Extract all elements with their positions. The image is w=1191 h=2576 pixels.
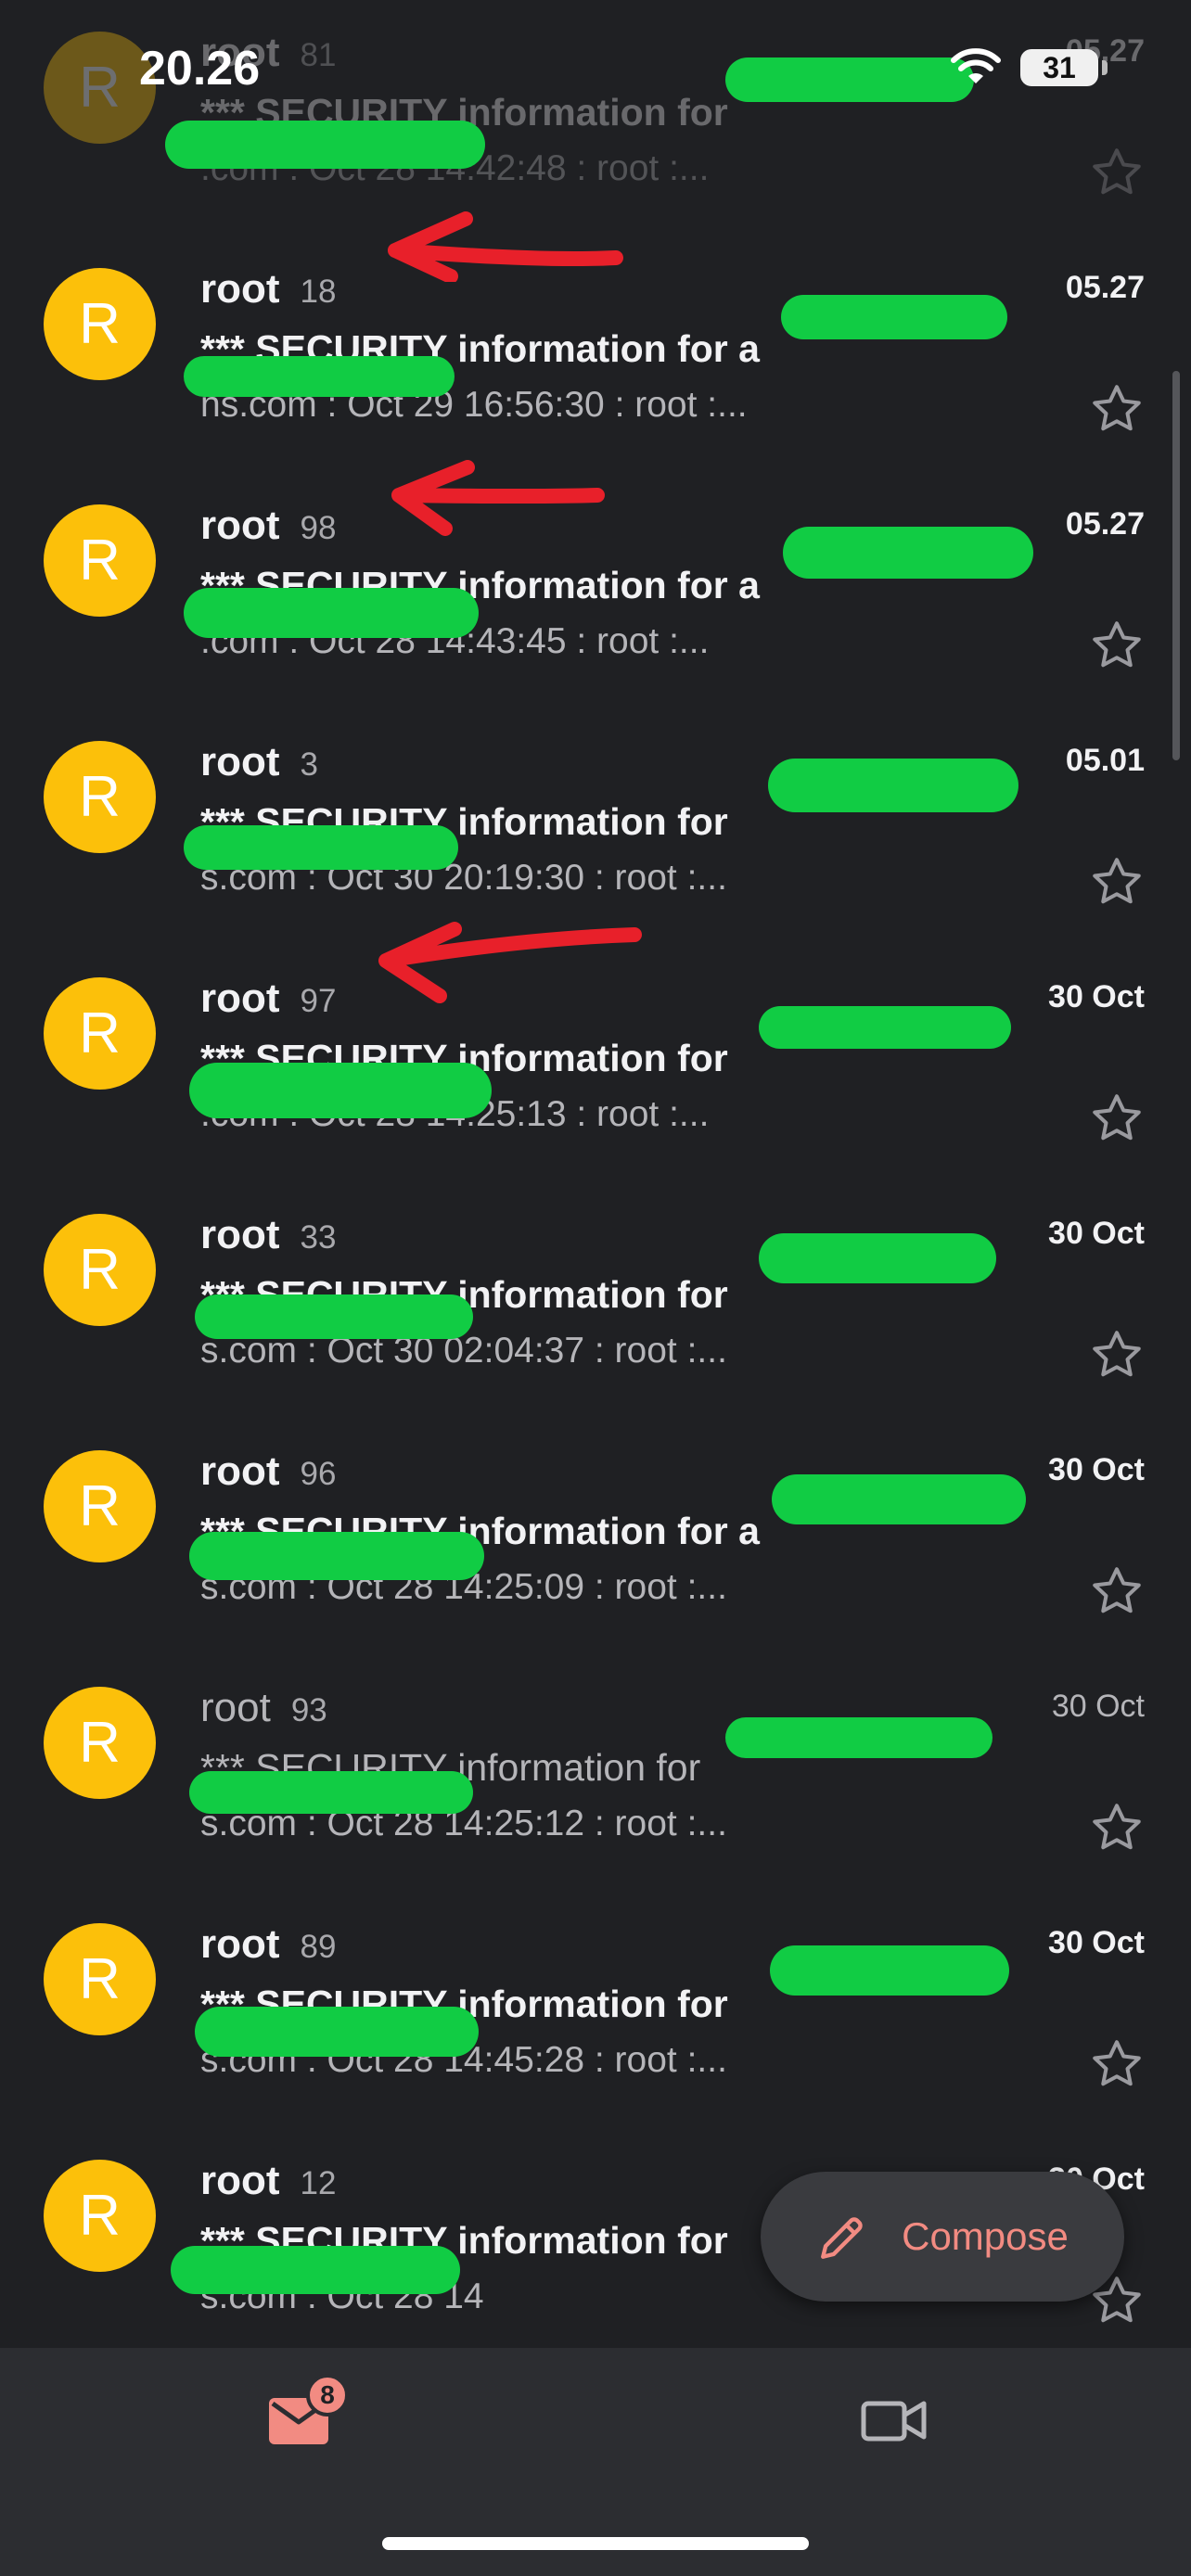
video-icon[interactable]	[861, 2396, 928, 2444]
annotation-arrow	[378, 922, 642, 1003]
redaction-mark	[195, 2007, 479, 2057]
redaction-mark	[783, 527, 1033, 579]
redaction-mark	[772, 1474, 1026, 1524]
message-date: 05.27	[1065, 33, 1145, 69]
scrollbar[interactable]	[1172, 371, 1180, 760]
star-icon[interactable]	[1089, 1563, 1145, 1619]
sender-name: root	[200, 503, 280, 548]
mail-badge: 8	[306, 2374, 349, 2417]
avatar: R	[44, 504, 156, 617]
redaction-mark	[189, 1771, 473, 1814]
thread-count: 96	[300, 1456, 337, 1492]
sender-name: root	[200, 1685, 271, 1730]
avatar: R	[44, 1923, 156, 2035]
thread-count: 97	[300, 983, 337, 1019]
thread-count: 33	[300, 1219, 337, 1256]
mail-row[interactable]: R root 93 30 Oct *** SECURITY informatio…	[0, 1637, 1191, 1873]
sender-line: root 12	[200, 2158, 336, 2204]
star-icon[interactable]	[1089, 1800, 1145, 1855]
avatar: R	[44, 1214, 156, 1326]
mail-list: R root 81 05.27 *** SECURITY information…	[0, 0, 1191, 2346]
redaction-mark	[759, 1006, 1011, 1049]
redaction-mark	[171, 2246, 460, 2294]
avatar: R	[44, 32, 156, 144]
redaction-mark	[195, 1294, 473, 1339]
mail-row[interactable]: R root 89 30 Oct *** SECURITY informatio…	[0, 1873, 1191, 2110]
redaction-mark	[189, 1532, 484, 1580]
star-icon[interactable]	[1089, 1327, 1145, 1383]
message-date: 30 Oct	[1048, 1452, 1145, 1487]
thread-count: 98	[300, 510, 337, 546]
redaction-mark	[781, 295, 1007, 339]
sender-name: root	[200, 1212, 280, 1257]
sender-line: root 18	[200, 266, 336, 312]
sender-name: root	[200, 30, 280, 75]
star-icon[interactable]	[1089, 854, 1145, 910]
redaction-mark	[725, 1717, 992, 1758]
avatar: R	[44, 741, 156, 853]
compose-button[interactable]: Compose	[761, 2172, 1124, 2302]
avatar: R	[44, 977, 156, 1090]
avatar: R	[44, 1687, 156, 1799]
thread-count: 3	[300, 746, 318, 783]
mail-row[interactable]: R root 33 30 Oct *** SECURITY informatio…	[0, 1164, 1191, 1400]
thread-count: 81	[300, 37, 337, 73]
message-date: 30 Oct	[1051, 1689, 1145, 1724]
sender-name: root	[200, 266, 280, 312]
sender-name: root	[200, 1448, 280, 1494]
thread-count: 12	[300, 2165, 337, 2201]
message-date: 05.01	[1065, 743, 1145, 778]
message-date: 30 Oct	[1048, 1216, 1145, 1251]
star-icon[interactable]	[1089, 145, 1145, 200]
redaction-mark	[725, 57, 974, 102]
sender-line: root 96	[200, 1448, 336, 1495]
avatar: R	[44, 1450, 156, 1562]
sender-name: root	[200, 2158, 280, 2203]
avatar: R	[44, 268, 156, 380]
star-icon[interactable]	[1089, 618, 1145, 673]
mail-row[interactable]: R root 81 05.27 *** SECURITY information…	[0, 0, 1191, 218]
star-icon[interactable]	[1089, 381, 1145, 437]
mail-row[interactable]: R root 3 05.01 *** SECURITY information …	[0, 691, 1191, 927]
redaction-mark	[768, 759, 1018, 812]
star-icon[interactable]	[1089, 1090, 1145, 1146]
sender-name: root	[200, 976, 280, 1021]
thread-count: 18	[300, 274, 337, 310]
sender-line: root 93	[200, 1685, 327, 1731]
redaction-mark	[189, 1063, 492, 1118]
sender-line: root 33	[200, 1212, 336, 1258]
redaction-mark	[165, 121, 485, 169]
annotation-arrow	[391, 460, 605, 536]
sender-name: root	[200, 739, 280, 784]
sender-line: root 89	[200, 1921, 336, 1968]
pencil-icon	[821, 2217, 863, 2259]
message-date: 05.27	[1065, 270, 1145, 305]
message-date: 30 Oct	[1048, 1925, 1145, 1960]
redaction-mark	[770, 1945, 1009, 1996]
compose-label: Compose	[902, 2214, 1069, 2258]
thread-count: 93	[290, 1692, 327, 1728]
message-date: 05.27	[1065, 506, 1145, 542]
sender-line: root 3	[200, 739, 318, 785]
sender-line: root 98	[200, 503, 336, 549]
redaction-mark	[184, 588, 479, 638]
redaction-mark	[184, 825, 458, 870]
annotation-arrow	[388, 211, 623, 282]
avatar: R	[44, 2160, 156, 2272]
star-icon[interactable]	[1089, 2036, 1145, 2092]
sender-name: root	[200, 1921, 280, 1967]
sender-line: root 81	[200, 30, 336, 76]
sender-line: root 97	[200, 976, 336, 1022]
message-date: 30 Oct	[1048, 979, 1145, 1014]
redaction-mark	[759, 1233, 996, 1283]
thread-count: 89	[300, 1929, 337, 1965]
redaction-mark	[184, 356, 455, 397]
home-indicator[interactable]	[382, 2537, 809, 2550]
